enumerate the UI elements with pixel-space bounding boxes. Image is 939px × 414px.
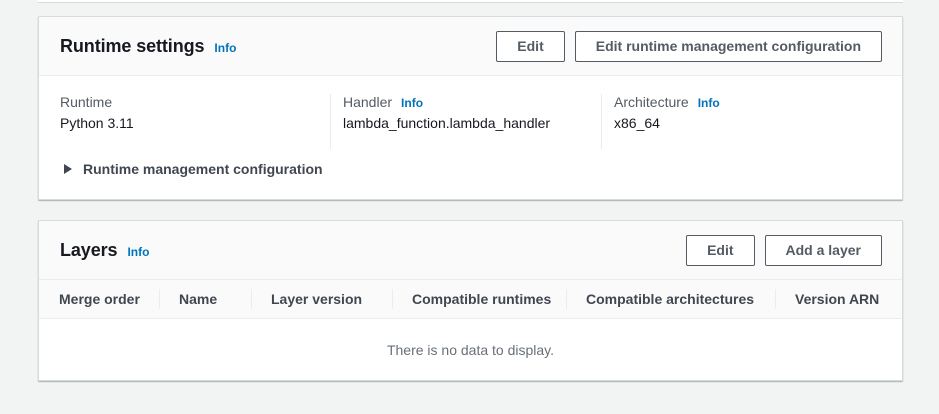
runtime-settings-card: Runtime settings Info Edit Edit runtime …	[38, 16, 903, 200]
runtime-settings-header: Runtime settings Info Edit Edit runtime …	[39, 17, 902, 76]
column-header-version-arn: Version ARN	[775, 280, 902, 318]
runtime-settings-fields: Runtime Python 3.11 Handler Info lambda_…	[39, 76, 902, 157]
architecture-field-label: Architecture	[614, 94, 689, 110]
runtime-settings-title-group: Runtime settings Info	[60, 36, 236, 57]
lambda-configuration-page: Runtime settings Info Edit Edit runtime …	[0, 0, 939, 381]
handler-info-link[interactable]: Info	[401, 96, 423, 110]
runtime-management-configuration-expander[interactable]: Runtime management configuration	[39, 157, 902, 199]
runtime-settings-info-link[interactable]: Info	[214, 41, 236, 55]
edit-runtime-management-configuration-button[interactable]: Edit runtime management configuration	[575, 31, 882, 62]
architecture-field-value: x86_64	[614, 115, 888, 131]
handler-field: Handler Info lambda_function.lambda_hand…	[330, 94, 601, 149]
column-header-compatible-runtimes: Compatible runtimes	[392, 280, 566, 318]
column-header-compatible-architectures: Compatible architectures	[566, 280, 775, 318]
layers-title: Layers	[60, 240, 117, 261]
layers-header: Layers Info Edit Add a layer	[39, 221, 902, 280]
column-header-merge-order: Merge order	[39, 280, 159, 318]
layers-table-header: Merge order Name Layer version Compatibl…	[39, 280, 902, 319]
runtime-settings-title: Runtime settings	[60, 36, 204, 57]
caret-right-icon	[64, 164, 72, 174]
layers-info-link[interactable]: Info	[127, 245, 149, 259]
runtime-field: Runtime Python 3.11	[39, 94, 330, 149]
runtime-field-label: Runtime	[60, 94, 112, 110]
layers-table-empty-state: There is no data to display.	[39, 319, 902, 380]
runtime-settings-actions: Edit Edit runtime management configurati…	[496, 31, 882, 62]
architecture-info-link[interactable]: Info	[698, 96, 720, 110]
layers-card: Layers Info Edit Add a layer Merge order…	[38, 220, 903, 381]
edit-layers-button[interactable]: Edit	[686, 235, 754, 266]
handler-field-label: Handler	[343, 94, 392, 110]
runtime-field-value: Python 3.11	[60, 115, 318, 131]
empty-state-message: There is no data to display.	[387, 342, 554, 358]
edit-runtime-settings-button[interactable]: Edit	[496, 31, 564, 62]
column-header-name: Name	[159, 280, 251, 318]
handler-field-value: lambda_function.lambda_handler	[343, 115, 589, 131]
column-header-layer-version: Layer version	[251, 280, 392, 318]
add-a-layer-button[interactable]: Add a layer	[765, 235, 882, 266]
layers-title-group: Layers Info	[60, 240, 149, 261]
layers-actions: Edit Add a layer	[686, 235, 882, 266]
runtime-settings-body: Runtime Python 3.11 Handler Info lambda_…	[39, 76, 902, 199]
runtime-management-configuration-expander-label: Runtime management configuration	[83, 161, 323, 177]
architecture-field: Architecture Info x86_64	[601, 94, 900, 149]
previous-card-bottom-edge	[38, 0, 903, 3]
